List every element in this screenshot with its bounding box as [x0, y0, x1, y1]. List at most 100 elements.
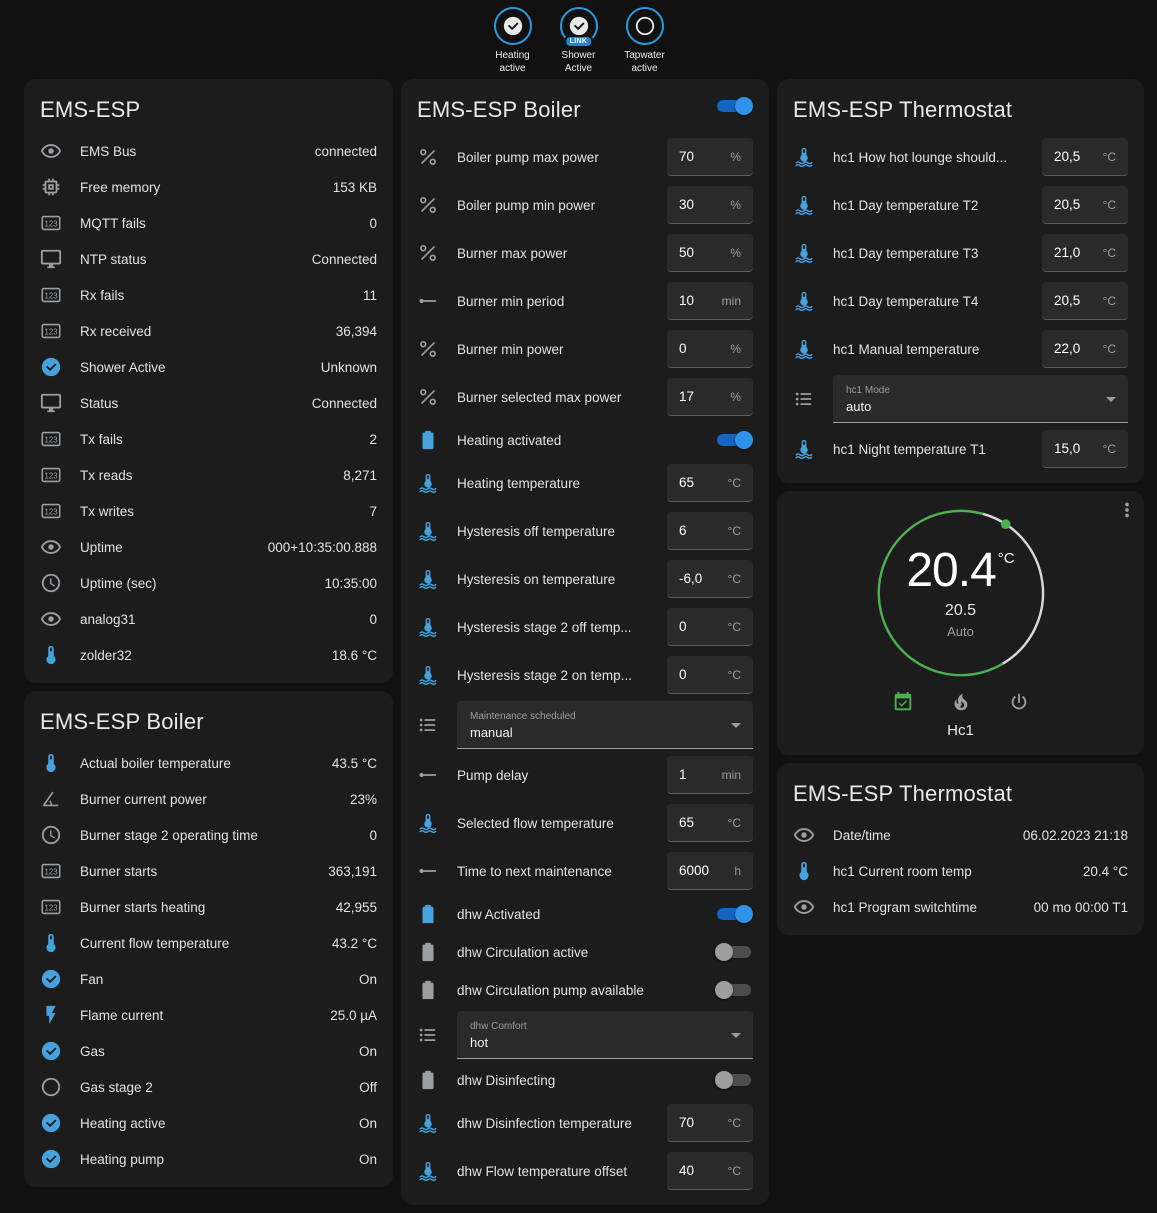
- fire-icon[interactable]: [950, 691, 972, 713]
- number-input[interactable]: 20,5°C: [1042, 282, 1128, 320]
- entity-value: On: [359, 1044, 377, 1059]
- number-input[interactable]: 0%: [667, 330, 753, 368]
- select-input[interactable]: dhw Comforthot: [457, 1011, 753, 1059]
- number-input[interactable]: 20,5°C: [1042, 186, 1128, 224]
- number-row: hc1 Day temperature T420,5°C: [777, 277, 1144, 325]
- sensor-row[interactable]: 123Tx fails2: [24, 421, 393, 457]
- angle-icon: [40, 788, 62, 810]
- sensor-row[interactable]: Free memory153 KB: [24, 169, 393, 205]
- number-input[interactable]: 22,0°C: [1042, 330, 1128, 368]
- sensor-row[interactable]: hc1 Current room temp20.4 °C: [777, 853, 1144, 889]
- toggle-switch[interactable]: [715, 980, 753, 1000]
- sensor-row[interactable]: NTP statusConnected: [24, 241, 393, 277]
- sensor-row[interactable]: Actual boiler temperature43.5 °C: [24, 745, 393, 781]
- column-right: EMS-ESP Thermostat hc1 How hot lounge sh…: [777, 79, 1144, 943]
- eye-icon: [793, 824, 815, 846]
- dots-vertical-icon[interactable]: [1116, 499, 1138, 521]
- water-thermo-icon: [417, 520, 439, 542]
- number-input[interactable]: 65°C: [667, 804, 753, 842]
- sensor-row[interactable]: analog310: [24, 601, 393, 637]
- sensor-row[interactable]: zolder3218.6 °C: [24, 637, 393, 673]
- number-value: 0: [679, 341, 687, 356]
- sensor-row[interactable]: Heating pumpOn: [24, 1141, 393, 1177]
- number-row: dhw Flow temperature offset40°C: [401, 1147, 769, 1195]
- card-boiler-sensors: EMS-ESP Boiler Actual boiler temperature…: [24, 691, 393, 1187]
- sensor-row[interactable]: Uptime (sec)10:35:00: [24, 565, 393, 601]
- sensor-row[interactable]: Burner stage 2 operating time0: [24, 817, 393, 853]
- number-input[interactable]: 0°C: [667, 608, 753, 646]
- sensor-row[interactable]: StatusConnected: [24, 385, 393, 421]
- number-input[interactable]: 6°C: [667, 512, 753, 550]
- sensor-row[interactable]: 123Burner starts heating42,955: [24, 889, 393, 925]
- select-input[interactable]: hc1 Modeauto: [833, 375, 1128, 423]
- sensor-row[interactable]: 123Tx writes7: [24, 493, 393, 529]
- number-unit: h: [734, 864, 741, 878]
- power-icon[interactable]: [1008, 691, 1030, 713]
- svg-text:123: 123: [45, 507, 58, 516]
- sensor-row[interactable]: Gas stage 2Off: [24, 1069, 393, 1105]
- number-row: Pump delay1min: [401, 751, 769, 799]
- entity-label: Date/time: [833, 828, 1013, 843]
- sensor-row[interactable]: 123Rx fails11: [24, 277, 393, 313]
- sensor-row[interactable]: 123Burner starts363,191: [24, 853, 393, 889]
- entity-label: Gas stage 2: [80, 1080, 349, 1095]
- sensor-row[interactable]: GasOn: [24, 1033, 393, 1069]
- header-badge[interactable]: Tapwater active: [616, 7, 674, 75]
- number-unit: °C: [728, 668, 741, 682]
- calendar-check-icon[interactable]: [892, 691, 914, 713]
- clock-icon: [40, 572, 62, 594]
- water-thermo-icon: [793, 290, 815, 312]
- number-input[interactable]: 0°C: [667, 656, 753, 694]
- chevron-down-icon: [731, 1033, 741, 1038]
- sensor-row[interactable]: 123Tx reads8,271: [24, 457, 393, 493]
- sensor-row[interactable]: Current flow temperature43.2 °C: [24, 925, 393, 961]
- toggle-switch[interactable]: [715, 942, 753, 962]
- sensor-row[interactable]: EMS Busconnected: [24, 133, 393, 169]
- number-input[interactable]: 50%: [667, 234, 753, 272]
- toggle-switch[interactable]: [715, 904, 753, 924]
- number-input[interactable]: 6000h: [667, 852, 753, 890]
- toggle-switch[interactable]: [715, 430, 753, 450]
- number-input[interactable]: 1min: [667, 756, 753, 794]
- sensor-row[interactable]: Heating activeOn: [24, 1105, 393, 1141]
- thermostat-dial[interactable]: 20.4°C 20.5 Auto: [873, 505, 1049, 681]
- number-input[interactable]: 17%: [667, 378, 753, 416]
- number-input[interactable]: 40°C: [667, 1152, 753, 1190]
- eye-icon: [40, 536, 62, 558]
- select-value: auto: [846, 399, 1098, 414]
- entity-value: 0: [369, 828, 377, 843]
- sensor-row[interactable]: 123MQTT fails0: [24, 205, 393, 241]
- sensor-row[interactable]: hc1 Program switchtime00 mo 00:00 T1: [777, 889, 1144, 925]
- sensor-row[interactable]: Date/time06.02.2023 21:18: [777, 817, 1144, 853]
- header-badge[interactable]: LINKShower Active: [550, 7, 608, 75]
- number-input[interactable]: 21,0°C: [1042, 234, 1128, 272]
- number-input[interactable]: 30%: [667, 186, 753, 224]
- number-unit: %: [730, 342, 741, 356]
- header-badge[interactable]: Heating active: [484, 7, 542, 75]
- circle-outline-icon: [634, 15, 656, 37]
- toggle-switch[interactable]: [715, 1070, 753, 1090]
- entity-label: Flame current: [80, 1008, 320, 1023]
- number-input[interactable]: 20,5°C: [1042, 138, 1128, 176]
- number-input[interactable]: -6,0°C: [667, 560, 753, 598]
- number-input[interactable]: 70°C: [667, 1104, 753, 1142]
- counter-icon: 123: [40, 212, 62, 234]
- select-input[interactable]: Maintenance scheduledmanual: [457, 701, 753, 749]
- number-input[interactable]: 15,0°C: [1042, 430, 1128, 468]
- number-input[interactable]: 10min: [667, 282, 753, 320]
- entity-value: 43.5 °C: [332, 756, 377, 771]
- sensor-row[interactable]: Shower ActiveUnknown: [24, 349, 393, 385]
- dial-icon: [417, 860, 439, 882]
- number-value: 20,5: [1054, 149, 1080, 164]
- sensor-row[interactable]: Burner current power23%: [24, 781, 393, 817]
- boiler-power-toggle[interactable]: [715, 96, 753, 116]
- entity-value: 0: [369, 216, 377, 231]
- monitor-icon: [40, 392, 62, 414]
- sensor-row[interactable]: Flame current25.0 µA: [24, 997, 393, 1033]
- number-unit: °C: [1103, 442, 1116, 456]
- sensor-row[interactable]: 123Rx received36,394: [24, 313, 393, 349]
- number-input[interactable]: 70%: [667, 138, 753, 176]
- number-input[interactable]: 65°C: [667, 464, 753, 502]
- sensor-row[interactable]: Uptime000+10:35:00.888: [24, 529, 393, 565]
- sensor-row[interactable]: FanOn: [24, 961, 393, 997]
